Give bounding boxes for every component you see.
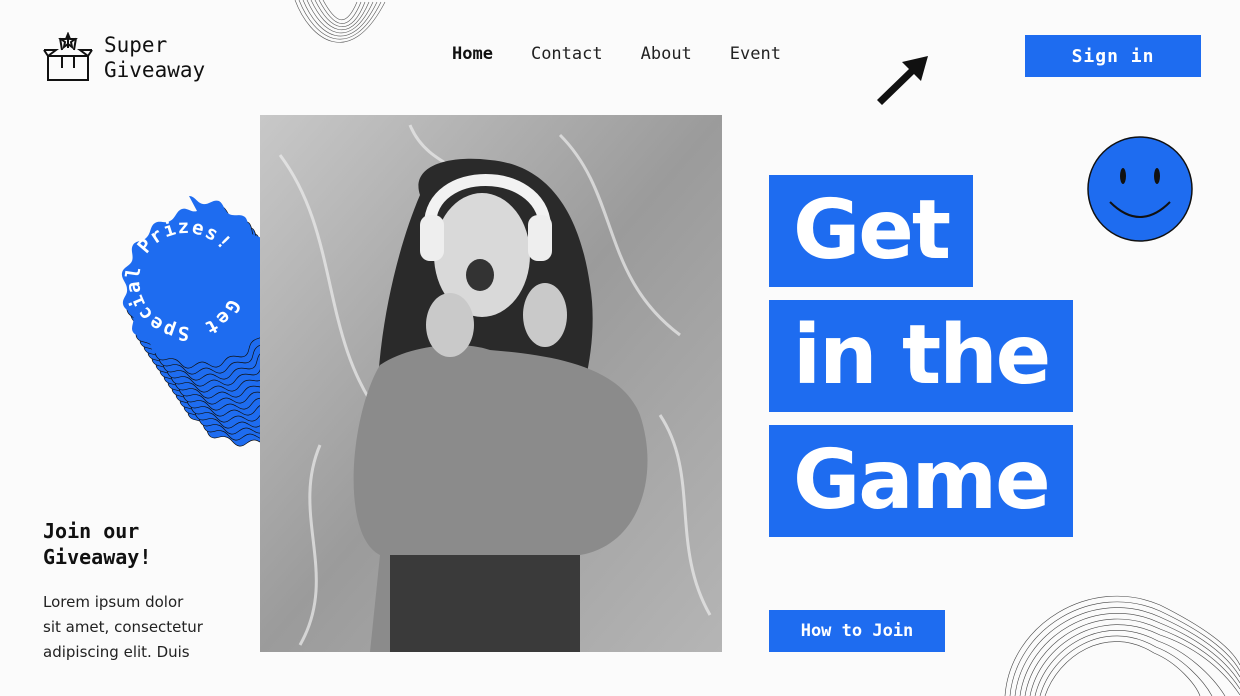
nav-event-link[interactable]: Event (730, 44, 781, 64)
join-body-line3: adipiscing elit. Duis (43, 643, 190, 661)
main-nav: Home Contact About Event (452, 44, 781, 64)
how-to-join-button[interactable]: How to Join (769, 610, 945, 652)
hero-photo (260, 115, 722, 652)
join-body-line1: Lorem ipsum dolor (43, 593, 184, 611)
nav-home-link[interactable]: Home (452, 44, 493, 64)
join-title-line2: Giveaway! (43, 545, 152, 569)
join-section-title: Join our Giveaway! (43, 518, 151, 570)
join-title-line1: Join our (43, 519, 140, 543)
headline-line-1: Get (769, 175, 974, 287)
brand-name-line2: Giveaway (104, 58, 206, 82)
headline-line-2: in the (769, 300, 1074, 412)
nav-contact-link[interactable]: Contact (531, 44, 603, 64)
cursor-arrow-icon (877, 56, 928, 105)
headline-line-3: Game (769, 425, 1073, 537)
sign-in-button[interactable]: Sign in (1025, 35, 1201, 77)
wire-ribbon-top-decoration (294, 0, 386, 43)
nav-about-link[interactable]: About (641, 44, 692, 64)
brand-logo[interactable]: Super Giveaway (42, 32, 205, 84)
join-section-body: Lorem ipsum dolor sit amet, consectetur … (43, 590, 233, 665)
brand-name-line1: Super (104, 33, 168, 57)
join-body-line2: sit amet, consectetur (43, 618, 203, 636)
gift-box-icon (43, 32, 93, 81)
wire-ribbon-bottom-decoration (1004, 595, 1240, 696)
smiley-face-icon (1087, 136, 1193, 242)
